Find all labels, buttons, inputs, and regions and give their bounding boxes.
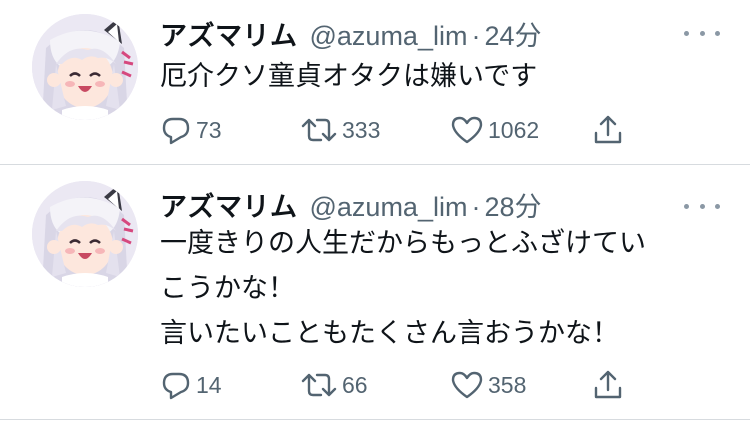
- reply-icon: [162, 372, 190, 400]
- tweet-text-line: 一度きりの人生だからもっとふざけてい: [160, 228, 646, 259]
- display-name[interactable]: アズマリム: [160, 14, 298, 53]
- retweet-icon: [301, 373, 337, 397]
- like-count: 1062: [488, 116, 540, 143]
- tweet-text-line: 言いたいこともたくさん言おうかな！: [160, 318, 619, 349]
- more-dot: [699, 203, 705, 209]
- share-button[interactable]: [592, 367, 624, 403]
- avatar[interactable]: [32, 14, 138, 120]
- heart-icon: [451, 116, 483, 144]
- more-dot: [684, 203, 689, 209]
- tweet-text-line: こうかな！: [160, 273, 295, 304]
- share-icon: [594, 370, 622, 399]
- more-dot: [684, 30, 689, 36]
- display-name[interactable]: アズマリム: [160, 185, 298, 224]
- like-count: 358: [488, 371, 527, 398]
- tweet-header: アズマリム @azuma_lim · 24分: [160, 14, 542, 53]
- tweet-text: 一度きりの人生だからもっとふざけてい こうかな！ 言いたいこともたくさん言おうか…: [160, 221, 720, 356]
- share-button[interactable]: [592, 112, 624, 148]
- tweet[interactable]: アズマリム @azuma_lim · 28分 一度きりの人生だからもっとふざけて…: [0, 165, 750, 421]
- tweet-text: 厄介クソ童貞オタクは嫌いです: [160, 54, 720, 99]
- anime-girl-avatar-icon: [32, 14, 138, 120]
- timestamp[interactable]: 28分: [484, 185, 541, 224]
- action-bar: 73 333 1062: [160, 112, 640, 148]
- reply-count: 14: [196, 371, 222, 398]
- retweet-count: 66: [342, 371, 368, 398]
- retweet-button[interactable]: 333: [300, 112, 380, 148]
- heart-icon: [451, 371, 483, 399]
- more-dot: [715, 203, 720, 209]
- like-button[interactable]: 358: [450, 367, 526, 403]
- timestamp[interactable]: 24分: [484, 14, 541, 53]
- tweet[interactable]: アズマリム @azuma_lim · 24分 厄介クソ童貞オタクは嫌いです 73…: [0, 0, 750, 164]
- more-icon[interactable]: [684, 26, 720, 40]
- tweet-divider: [0, 419, 750, 420]
- separator-dot: ·: [471, 21, 481, 51]
- reply-button[interactable]: 14: [160, 367, 222, 403]
- reply-count: 73: [196, 116, 222, 143]
- tweet-header: アズマリム @azuma_lim · 28分: [160, 185, 542, 224]
- retweet-icon: [301, 118, 337, 142]
- avatar[interactable]: [32, 181, 138, 287]
- like-button[interactable]: 1062: [450, 112, 539, 148]
- reply-button[interactable]: 73: [160, 112, 222, 148]
- share-icon: [594, 115, 622, 144]
- more-icon[interactable]: [684, 199, 720, 213]
- retweet-button[interactable]: 66: [300, 367, 368, 403]
- more-dot: [715, 30, 720, 36]
- user-handle[interactable]: @azuma_lim: [310, 192, 468, 223]
- retweet-count: 333: [342, 116, 381, 143]
- more-dot: [699, 30, 705, 36]
- reply-icon: [162, 117, 190, 145]
- separator-dot: ·: [471, 192, 481, 222]
- user-handle[interactable]: @azuma_lim: [310, 21, 468, 52]
- tweet-text-line: 厄介クソ童貞オタクは嫌いです: [160, 61, 538, 92]
- action-bar: 14 66 358: [160, 367, 640, 403]
- anime-girl-avatar-icon: [32, 181, 138, 287]
